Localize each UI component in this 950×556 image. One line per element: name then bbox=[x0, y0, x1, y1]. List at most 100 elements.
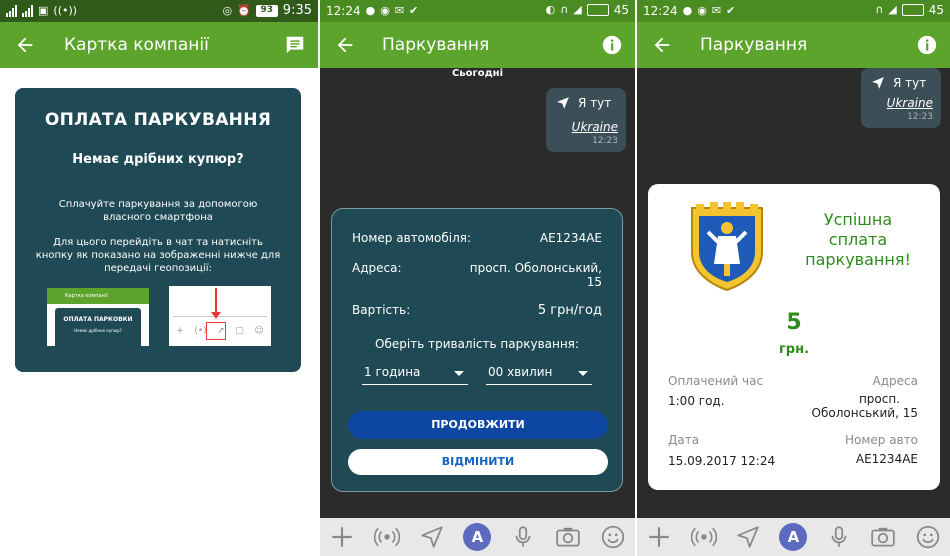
battery-icon bbox=[586, 4, 609, 16]
address-value-line2: 15 bbox=[586, 275, 602, 289]
plus-icon[interactable] bbox=[329, 524, 355, 550]
back-arrow-icon[interactable] bbox=[14, 34, 36, 56]
hours-selected: 1 година bbox=[364, 365, 421, 379]
highlight-box bbox=[206, 322, 226, 340]
broadcast-icon[interactable] bbox=[690, 524, 717, 550]
message-icon: ● bbox=[365, 4, 376, 17]
success-title: Успішна сплата паркування! bbox=[798, 210, 918, 270]
clock: 9:35 bbox=[282, 3, 312, 18]
viber-icon: ◉ bbox=[697, 4, 707, 17]
location-arrow-icon[interactable] bbox=[735, 524, 761, 550]
viber-icon: ◉ bbox=[380, 4, 390, 17]
headphones-icon: ∩ bbox=[875, 3, 884, 16]
plus-icon[interactable] bbox=[646, 524, 672, 550]
camera-icon[interactable] bbox=[555, 524, 581, 550]
car-number-label: Номер авто bbox=[845, 433, 918, 447]
location-label: Я тут bbox=[578, 96, 612, 110]
page-title: Картка компанії bbox=[64, 35, 209, 55]
promo-text: Сплачуйте паркування за допомогою власно… bbox=[58, 199, 258, 223]
status-bar: 12:24 ● ◉ ✉ ✔ ◐ ∩ ◢ 45 bbox=[320, 0, 635, 22]
thumb-card-subtitle: Немає дрібних купюр? bbox=[74, 328, 122, 333]
screen-parking-success: 12:24 ● ◉ ✉ ✔ ∩ ◢ 45 Паркування Я тут Uk… bbox=[637, 0, 950, 556]
location-link[interactable]: Ukraine bbox=[572, 120, 618, 134]
car-number-value: AE1234AE bbox=[855, 452, 918, 466]
hotspot-icon: ◎ bbox=[222, 3, 233, 17]
image-icon: ▣ bbox=[38, 4, 49, 17]
paid-amount-unit: грн. bbox=[778, 342, 810, 357]
status-bar: ▣ ((•)) ◎ ⏰ 93 9:35 bbox=[0, 0, 318, 22]
battery-percent: 45 bbox=[928, 3, 944, 17]
continue-button[interactable]: ПРОДОВЖИТИ bbox=[348, 411, 608, 439]
location-arrow-icon[interactable] bbox=[419, 524, 445, 550]
app-bar: Картка компанії bbox=[0, 22, 318, 68]
chevron-down-icon bbox=[578, 371, 588, 376]
address-label: Адреса: bbox=[352, 261, 402, 275]
radio-icon: ((•)) bbox=[53, 4, 78, 17]
broadcast-icon[interactable] bbox=[374, 524, 401, 550]
location-arrow-icon bbox=[557, 97, 569, 109]
chat-input-bar: A bbox=[320, 518, 635, 556]
duration-label: Оберіть тривалість паркування: bbox=[375, 337, 579, 351]
success-title-line: сплата bbox=[828, 230, 888, 249]
battery-icon bbox=[901, 4, 924, 16]
promo-card: ОПЛАТА ПАРКУВАННЯ Немає дрібних купюр? С… bbox=[15, 88, 301, 372]
camera-icon[interactable] bbox=[870, 524, 896, 550]
page-title: Паркування bbox=[700, 35, 808, 55]
minutes-selected: 00 хвилин bbox=[488, 365, 553, 379]
paid-time-value: 1:00 год. bbox=[668, 394, 725, 408]
promo-title: ОПЛАТА ПАРКУВАННЯ bbox=[44, 110, 272, 130]
battery-percent: 45 bbox=[613, 3, 629, 17]
date-separator: Сьогодні bbox=[451, 68, 504, 79]
success-title-line: Успішна bbox=[823, 210, 893, 229]
address-value-line1: просп. bbox=[858, 392, 900, 406]
a-badge-icon[interactable]: A bbox=[463, 523, 492, 551]
car-number-value: AE1234AE bbox=[539, 231, 602, 245]
microphone-icon[interactable] bbox=[510, 524, 536, 550]
success-title-line: паркування! bbox=[805, 250, 911, 269]
minutes-dropdown[interactable]: 00 хвилин bbox=[486, 365, 592, 385]
mail-icon: ✉ bbox=[711, 4, 722, 17]
cancel-button[interactable]: ВІДМІНИТИ bbox=[348, 449, 608, 475]
chat-icon[interactable] bbox=[284, 34, 306, 56]
message-time: 12:23 bbox=[907, 112, 933, 122]
broadcast-icon: (•) bbox=[194, 326, 207, 336]
clock: 12:24 bbox=[326, 4, 361, 18]
signal-icon: ◢ bbox=[888, 3, 897, 16]
plus-icon: + bbox=[176, 326, 184, 336]
microphone-icon[interactable] bbox=[826, 524, 852, 550]
pointer-arrowhead bbox=[211, 312, 221, 319]
battery-icon: 93 bbox=[255, 4, 278, 17]
address-value-line2: Оболонський, 15 bbox=[811, 406, 918, 420]
screen-parking-form: 12:24 ● ◉ ✉ ✔ ◐ ∩ ◢ 45 Паркування Сьогод… bbox=[320, 0, 635, 556]
location-arrow-icon bbox=[872, 77, 884, 89]
dnd-icon: ◐ bbox=[545, 3, 556, 16]
price-value: 5 грн/год bbox=[537, 303, 602, 318]
car-number-label: Номер автомобіля: bbox=[352, 231, 472, 245]
info-icon[interactable] bbox=[916, 34, 938, 56]
check-icon: ✔ bbox=[409, 4, 419, 17]
smiley-icon[interactable] bbox=[600, 524, 626, 550]
thumbnail-company-card: Картка компанії ОПЛАТА ПАРКОВКИ Немає др… bbox=[47, 288, 149, 346]
info-icon[interactable] bbox=[601, 34, 623, 56]
app-bar: Паркування bbox=[320, 22, 635, 68]
thumb-title: Картка компанії bbox=[47, 288, 149, 304]
thumb-card-title: ОПЛАТА ПАРКОВКИ bbox=[63, 316, 133, 323]
back-arrow-icon[interactable] bbox=[651, 34, 673, 56]
promo-instructions: Для цього перейдіть в чат та натисніть к… bbox=[35, 237, 281, 274]
smiley-icon[interactable] bbox=[915, 524, 941, 550]
date-label: Дата bbox=[668, 433, 700, 447]
address-value-line1: просп. Оболонський, bbox=[469, 261, 602, 275]
hours-dropdown[interactable]: 1 година bbox=[362, 365, 468, 385]
clock: 12:24 bbox=[643, 4, 678, 18]
thumb-card: ОПЛАТА ПАРКОВКИ Немає дрібних купюр? bbox=[55, 308, 141, 346]
back-arrow-icon[interactable] bbox=[334, 34, 356, 56]
headphones-icon: ∩ bbox=[560, 3, 569, 16]
camera-icon: ▢ bbox=[235, 326, 244, 336]
a-badge-icon[interactable]: A bbox=[779, 523, 808, 551]
location-message[interactable]: Я тут Ukraine 12:23 bbox=[861, 68, 941, 128]
location-message[interactable]: Я тут Ukraine 12:23 bbox=[546, 88, 626, 152]
app-bar: Паркування bbox=[637, 22, 950, 68]
location-link[interactable]: Ukraine bbox=[887, 96, 933, 110]
page-title: Паркування bbox=[382, 35, 490, 55]
price-label: Вартість: bbox=[352, 303, 411, 317]
